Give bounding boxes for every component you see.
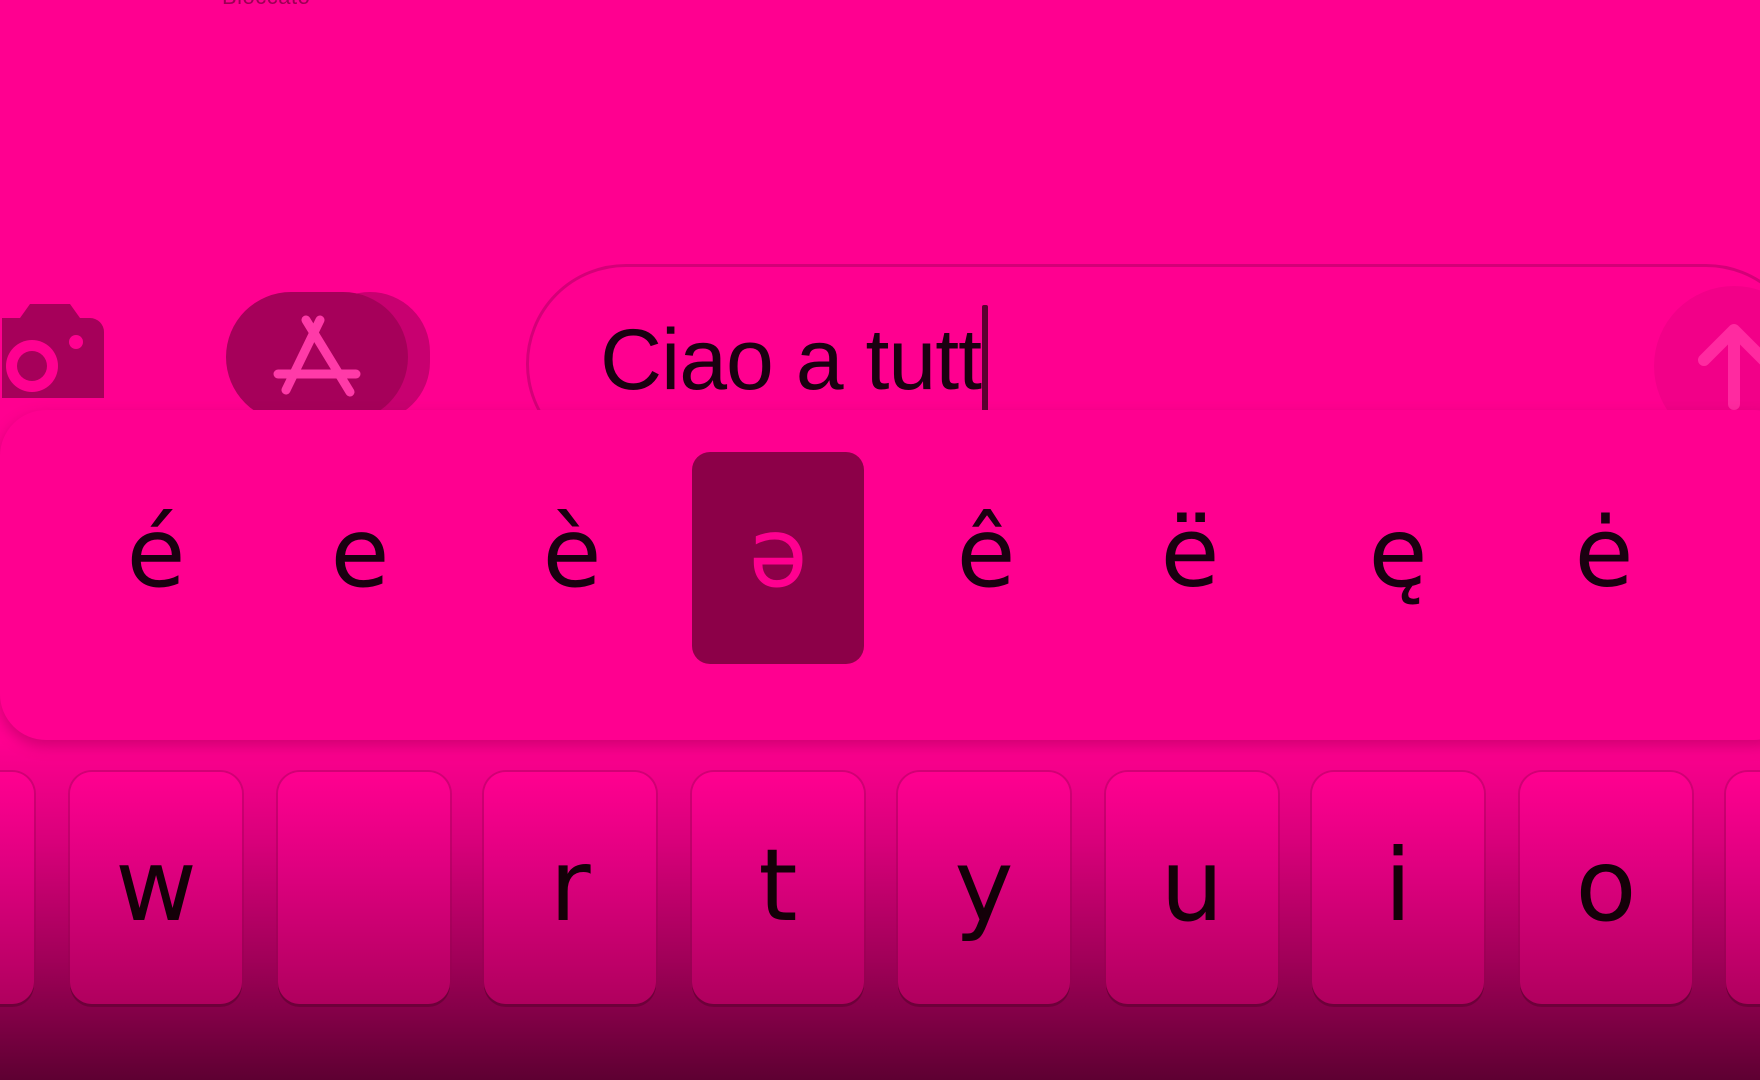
accent-option[interactable]: ė: [1518, 452, 1690, 664]
key-i[interactable]: i: [1312, 772, 1484, 1004]
keyboard: [0, 740, 1760, 1080]
accent-option[interactable]: è: [486, 452, 658, 664]
app-store-icon: [273, 315, 361, 397]
text-cursor: [982, 305, 988, 415]
camera-button[interactable]: [0, 296, 108, 414]
key-y[interactable]: y: [898, 772, 1070, 1004]
accent-option[interactable]: ë: [1104, 452, 1276, 664]
accent-option[interactable]: ê: [900, 452, 1072, 664]
accent-option[interactable]: e: [274, 452, 446, 664]
message-typed-text: Ciao a tutt: [600, 311, 982, 408]
key-e[interactable]: [278, 772, 450, 1004]
apps-button[interactable]: [226, 292, 434, 422]
key-w[interactable]: w: [70, 772, 242, 1004]
key-q[interactable]: [0, 772, 34, 1004]
accent-picker-popup: [0, 410, 1760, 740]
accent-option-selected[interactable]: ə: [692, 452, 864, 664]
arrow-up-icon: [1698, 324, 1760, 410]
messages-screen: Bloccato Ciao a tutt: [0, 0, 1760, 1080]
accent-option[interactable]: é: [70, 452, 242, 664]
accent-option[interactable]: ę: [1312, 452, 1484, 664]
key-t[interactable]: t: [692, 772, 864, 1004]
key-p[interactable]: [1726, 772, 1760, 1004]
status-label: Bloccato: [222, 0, 310, 10]
key-o[interactable]: o: [1520, 772, 1692, 1004]
key-r[interactable]: r: [484, 772, 656, 1004]
message-input-text[interactable]: Ciao a tutt: [600, 305, 988, 415]
camera-icon: [2, 304, 104, 398]
key-u[interactable]: u: [1106, 772, 1278, 1004]
